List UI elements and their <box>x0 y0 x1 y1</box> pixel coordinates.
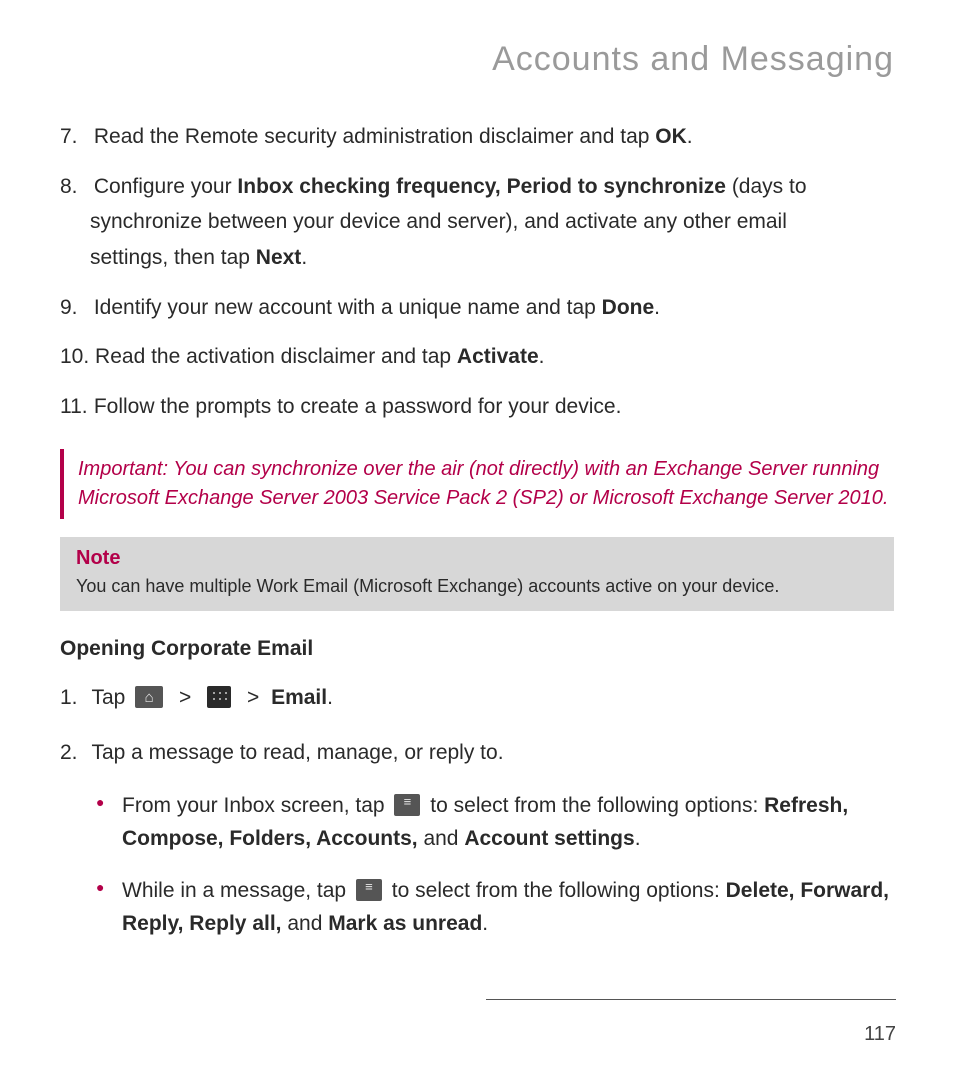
bullet-text: While in a message, tap <box>122 879 352 902</box>
bold-ok: OK <box>655 125 687 148</box>
section-heading: Opening Corporate Email <box>60 637 894 661</box>
step-text: Read the Remote security administration … <box>94 125 655 148</box>
list-item: While in a message, tap to select from t… <box>96 874 894 941</box>
open-step-2: 2. Tap a message to read, manage, or rep… <box>60 734 894 773</box>
step-number: 11. <box>60 389 88 425</box>
step-8: 8. Configure your Inbox checking frequen… <box>60 169 894 276</box>
note-title: Note <box>76 547 878 570</box>
step-text: Configure your <box>94 175 238 198</box>
bullet-text: to select from the following options: <box>430 794 764 817</box>
step-text: Tap <box>91 686 131 709</box>
step-text: (days to <box>726 175 807 198</box>
step-text: Tap a message to read, manage, or reply … <box>91 741 503 764</box>
bullet-text: and <box>282 912 329 935</box>
numbered-steps: 7. Read the Remote security administrati… <box>60 119 894 425</box>
step-11: 11. Follow the prompts to create a passw… <box>60 389 894 425</box>
bullet-text: From your Inbox screen, tap <box>122 794 390 817</box>
separator: > <box>179 686 191 709</box>
step-number: 2. <box>60 734 86 773</box>
important-label: Important: <box>78 458 168 480</box>
step-7: 7. Read the Remote security administrati… <box>60 119 894 155</box>
step-number: 9. <box>60 290 88 326</box>
bold-options2: Mark as unread <box>328 912 482 935</box>
important-callout: Important: You can synchronize over the … <box>60 449 894 519</box>
step-text-end: . <box>327 686 333 709</box>
manual-page: Accounts and Messaging 7. Read the Remot… <box>0 0 954 1074</box>
chapter-title: Accounts and Messaging <box>60 40 894 79</box>
bold-email: Email <box>271 686 327 709</box>
step-text: Follow the prompts to create a password … <box>94 395 622 418</box>
step-text: Read the activation disclaimer and tap <box>95 345 457 368</box>
step-text-post: . <box>539 345 545 368</box>
step-text-line3: settings, then tap Next. <box>90 240 894 276</box>
separator: > <box>247 686 259 709</box>
step-text-post: . <box>654 296 660 319</box>
step-text: Identify your new account with a unique … <box>94 296 602 319</box>
step-10: 10. Read the activation disclaimer and t… <box>60 339 894 375</box>
note-box: Note You can have multiple Work Email (M… <box>60 537 894 611</box>
step-number: 10. <box>60 339 89 375</box>
menu-icon <box>394 794 420 816</box>
step-number: 8. <box>60 169 88 205</box>
bullet-text: . <box>635 827 641 850</box>
apps-grid-icon <box>207 686 231 708</box>
step-number: 1. <box>60 679 86 718</box>
bullet-text: . <box>482 912 488 935</box>
step-text-post: . <box>687 125 693 148</box>
step-9: 9. Identify your new account with a uniq… <box>60 290 894 326</box>
open-step-1: 1. Tap > > Email. <box>60 679 894 718</box>
bullet-text: and <box>418 827 465 850</box>
list-item: From your Inbox screen, tap to select fr… <box>96 789 894 856</box>
bold-options2: Account settings <box>464 827 634 850</box>
bold-next: Next <box>256 246 302 269</box>
note-body: You can have multiple Work Email (Micros… <box>76 576 878 597</box>
important-text: Important: You can synchronize over the … <box>78 455 894 513</box>
bullet-text: to select from the following options: <box>392 879 726 902</box>
page-number: 117 <box>864 1023 896 1046</box>
sub-bullet-list: From your Inbox screen, tap to select fr… <box>96 789 894 941</box>
home-icon <box>135 686 163 708</box>
menu-icon <box>356 879 382 901</box>
bold-freq: Inbox checking frequency, Period to sync… <box>237 175 726 198</box>
important-body: You can synchronize over the air (not di… <box>78 458 888 509</box>
bold-done: Done <box>602 296 655 319</box>
step-text-line2: synchronize between your device and serv… <box>90 204 894 240</box>
bold-activate: Activate <box>457 345 539 368</box>
step-number: 7. <box>60 119 88 155</box>
